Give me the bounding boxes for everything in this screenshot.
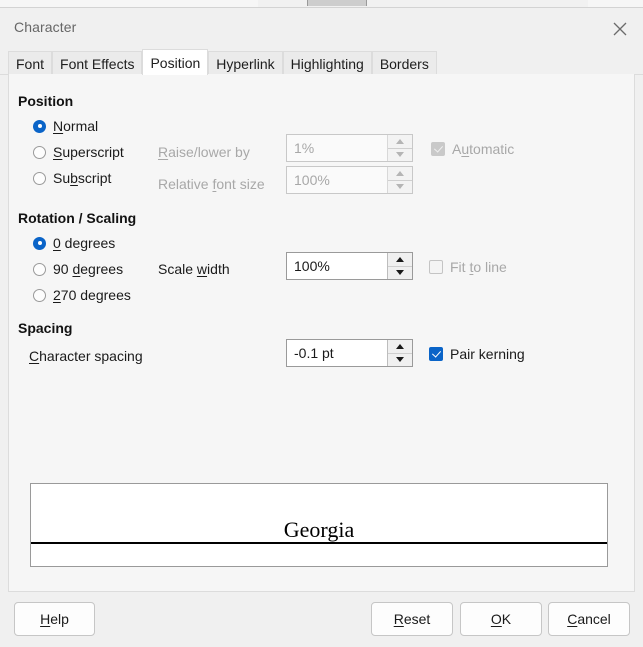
preview-baseline [31, 542, 607, 544]
radio-0-degrees[interactable]: 0 degrees [33, 235, 115, 251]
relative-font-size-value[interactable]: 100% [287, 167, 387, 193]
relative-font-size-spinner[interactable]: 100% [286, 166, 413, 194]
raise-lower-value[interactable]: 1% [287, 135, 387, 161]
reset-button-label: Reset [393, 611, 431, 627]
character-spacing-value[interactable]: -0.1 pt [287, 340, 387, 366]
background-scrollbar-thumb[interactable] [307, 0, 367, 6]
character-spacing-decrement-button[interactable] [388, 354, 412, 367]
ok-button[interactable]: OK [460, 602, 542, 636]
checkbox-automatic-indicator [431, 142, 445, 156]
radio-270-degrees-indicator [33, 288, 46, 302]
tab-hyperlink[interactable]: Hyperlink [208, 51, 283, 75]
radio-270-degrees-label: 270 degrees [53, 287, 131, 303]
tab-font-effects[interactable]: Font Effects [52, 51, 143, 75]
relative-font-size-spin-buttons [387, 167, 412, 193]
position-tab-panel: Position Normal Superscript Subscript Ra… [8, 74, 635, 592]
scale-width-spin-buttons [387, 253, 412, 279]
help-button-label: Help [40, 611, 69, 627]
help-button[interactable]: Help [14, 602, 95, 636]
spacing-group-title: Spacing [18, 320, 73, 336]
raise-lower-increment-button[interactable] [388, 135, 412, 149]
radio-normal-indicator [33, 119, 46, 133]
radio-superscript-label: Superscript [53, 144, 124, 160]
character-spacing-label: Character spacing [29, 348, 143, 364]
relative-font-size-decrement-button[interactable] [388, 181, 412, 194]
checkbox-fit-to-line-label: Fit to line [450, 259, 507, 275]
character-spacing-increment-button[interactable] [388, 340, 412, 354]
ok-button-label: OK [490, 611, 512, 627]
scale-width-increment-button[interactable] [388, 253, 412, 267]
radio-subscript-label: Subscript [53, 170, 112, 186]
preview-text: Georgia [283, 517, 355, 542]
scale-width-value[interactable]: 100% [287, 253, 387, 279]
tab-position[interactable]: Position [142, 49, 209, 75]
radio-90-degrees[interactable]: 90 degrees [33, 261, 123, 277]
checkbox-automatic[interactable]: Automatic [431, 141, 514, 157]
character-spacing-spinner[interactable]: -0.1 pt [286, 339, 413, 367]
scale-width-spinner[interactable]: 100% [286, 252, 413, 280]
radio-90-degrees-label: 90 degrees [53, 261, 124, 277]
checkbox-pair-kerning[interactable]: Pair kerning [429, 346, 525, 362]
scale-width-decrement-button[interactable] [388, 267, 412, 280]
radio-superscript-indicator [33, 145, 46, 159]
dialog-title: Character [14, 19, 77, 35]
raise-lower-spin-buttons [387, 135, 412, 161]
radio-normal-label: Normal [53, 118, 99, 134]
radio-90-degrees-indicator [33, 262, 46, 276]
position-group-title: Position [18, 93, 74, 109]
relative-font-size-label: Relative font size [158, 176, 265, 192]
radio-normal[interactable]: Normal [33, 118, 98, 134]
rotation-group-title: Rotation / Scaling [18, 210, 137, 226]
radio-subscript[interactable]: Subscript [33, 170, 111, 186]
checkbox-pair-kerning-label: Pair kerning [450, 346, 525, 362]
radio-subscript-indicator [33, 171, 46, 185]
character-dialog: Character Font Font Effects Position Hyp… [0, 7, 643, 647]
font-preview-box: Georgia [30, 483, 608, 567]
raise-lower-spinner[interactable]: 1% [286, 134, 413, 162]
tab-bar: Font Font Effects Position Hyperlink Hig… [0, 49, 643, 75]
checkbox-pair-kerning-indicator [429, 347, 443, 361]
radio-0-degrees-indicator [33, 236, 46, 250]
radio-270-degrees[interactable]: 270 degrees [33, 287, 131, 303]
tab-borders[interactable]: Borders [371, 51, 437, 75]
radio-superscript[interactable]: Superscript [33, 144, 124, 160]
relative-font-size-increment-button[interactable] [388, 167, 412, 181]
raise-lower-decrement-button[interactable] [388, 149, 412, 162]
checkbox-automatic-label: Automatic [452, 141, 515, 157]
tab-font[interactable]: Font [8, 51, 53, 75]
character-spacing-spin-buttons [387, 340, 412, 366]
cancel-button-label: Cancel [567, 611, 611, 627]
dialog-titlebar: Character [0, 8, 643, 49]
checkbox-fit-to-line-indicator [429, 260, 443, 274]
close-button[interactable] [597, 8, 643, 49]
scale-width-label: Scale width [158, 261, 230, 277]
radio-0-degrees-label: 0 degrees [53, 235, 116, 251]
checkbox-fit-to-line[interactable]: Fit to line [429, 259, 507, 275]
raise-lower-label: Raise/lower by [158, 144, 250, 160]
tab-highlighting[interactable]: Highlighting [282, 51, 372, 75]
reset-button[interactable]: Reset [371, 602, 453, 636]
cancel-button[interactable]: Cancel [548, 602, 630, 636]
